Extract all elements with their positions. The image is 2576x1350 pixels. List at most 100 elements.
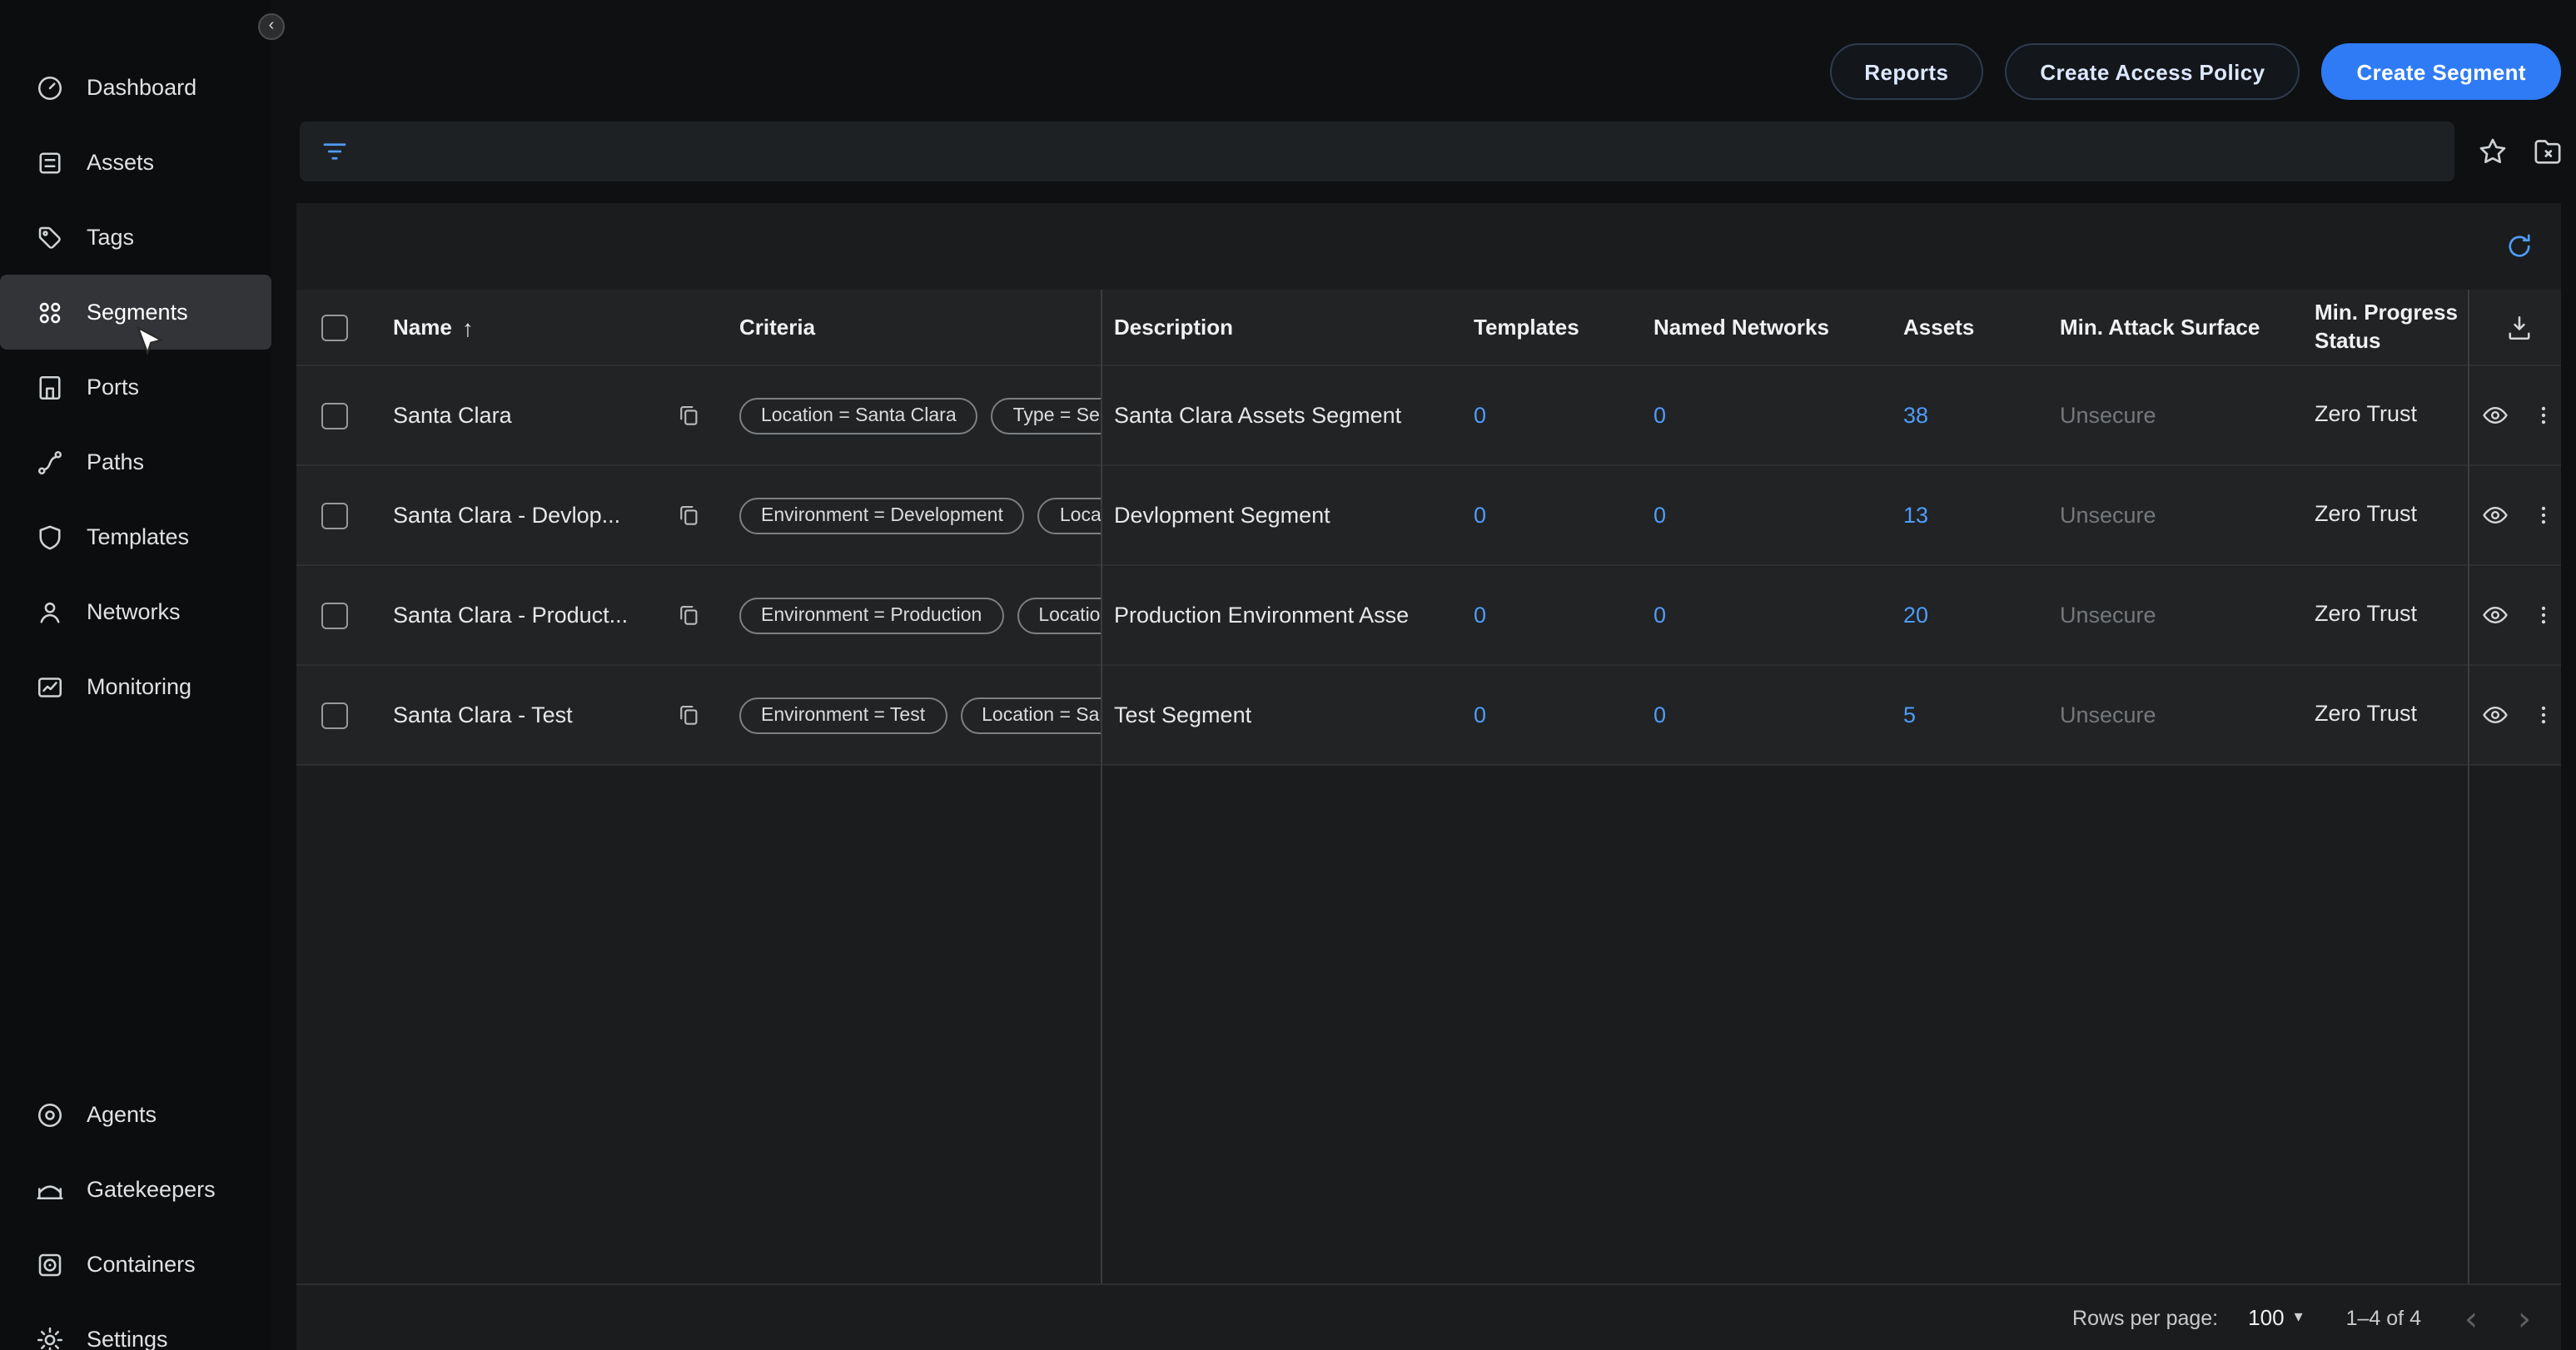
row-checkbox[interactable] — [321, 402, 347, 429]
sidebar-item-networks[interactable]: Networks — [0, 574, 271, 649]
sidebar-item-segments[interactable]: Segments — [0, 275, 271, 350]
filter-search-input[interactable] — [300, 122, 2454, 181]
pinned-left-column-divider — [1101, 290, 1102, 1283]
assets-count-link[interactable]: 13 — [1903, 503, 1928, 528]
templates-count-link[interactable]: 0 — [1474, 603, 1486, 628]
segment-name: Santa Clara — [371, 403, 663, 428]
sidebar-item-dashboard[interactable]: Dashboard — [0, 50, 271, 125]
sidebar-item-assets[interactable]: Assets — [0, 125, 271, 200]
table-row[interactable]: Santa Clara Location = Santa Clara Type … — [296, 366, 2561, 466]
criteria-cell: Environment = Test Location = Sar — [713, 697, 1101, 733]
column-header-criteria[interactable]: Criteria — [713, 315, 1101, 340]
rows-per-page-value: 100 — [2248, 1305, 2284, 1330]
table-row[interactable]: Santa Clara - Product... Environment = P… — [296, 566, 2561, 666]
segment-description: Devlopment Segment — [1101, 503, 1460, 528]
reports-button[interactable]: Reports — [1829, 43, 1983, 100]
templates-icon — [35, 522, 65, 552]
rows-per-page-label: Rows per page: — [2072, 1306, 2218, 1329]
row-checkbox[interactable] — [321, 602, 347, 628]
sidebar-item-settings[interactable]: Settings — [0, 1302, 271, 1350]
segment-description: Production Environment Asse — [1101, 603, 1460, 628]
assets-count-link[interactable]: 5 — [1903, 702, 1916, 727]
sidebar-item-label: Tags — [87, 225, 134, 250]
sidebar-item-gatekeepers[interactable]: Gatekeepers — [0, 1152, 271, 1227]
table-row[interactable]: Santa Clara - Test Environment = Test Lo… — [296, 666, 2561, 766]
filter-row — [300, 122, 2564, 181]
export-download-icon[interactable] — [2504, 312, 2534, 342]
app-root: ‹ Dashboard Assets Tags — [0, 0, 2576, 1350]
segment-description: Santa Clara Assets Segment — [1101, 403, 1460, 428]
kebab-menu-icon[interactable] — [2531, 503, 2556, 528]
view-eye-icon[interactable] — [2481, 701, 2509, 729]
create-access-policy-button[interactable]: Create Access Policy — [2005, 43, 2300, 100]
copy-icon[interactable] — [675, 403, 700, 428]
segments-icon — [35, 297, 65, 327]
column-header-description[interactable]: Description — [1101, 315, 1460, 340]
min-attack-surface-value: Unsecure — [2060, 702, 2156, 727]
sidebar-item-paths[interactable]: Paths — [0, 424, 271, 499]
row-checkbox[interactable] — [321, 502, 347, 529]
sidebar-item-monitoring[interactable]: Monitoring — [0, 649, 271, 724]
create-segment-button[interactable]: Create Segment — [2321, 43, 2561, 100]
copy-icon[interactable] — [675, 702, 700, 727]
sidebar-item-templates[interactable]: Templates — [0, 499, 271, 574]
table-toolbar — [296, 203, 2561, 290]
previous-page-button[interactable]: ‹ — [2464, 1301, 2478, 1334]
kebab-menu-icon[interactable] — [2531, 403, 2556, 428]
column-header-label: Min. Progress Status — [2315, 300, 2468, 355]
segment-name: Santa Clara - Test — [371, 702, 663, 727]
column-header-named-networks[interactable]: Named Networks — [1637, 315, 1887, 340]
templates-count-link[interactable]: 0 — [1474, 702, 1486, 727]
templates-count-link[interactable]: 0 — [1474, 503, 1486, 528]
sidebar-item-label: Containers — [87, 1252, 196, 1277]
named-networks-count-link[interactable]: 0 — [1654, 403, 1666, 428]
criteria-chip: Locatio — [1017, 597, 1101, 633]
column-header-name[interactable]: Name ↑ — [371, 314, 663, 340]
gatekeepers-icon — [35, 1174, 65, 1204]
view-eye-icon[interactable] — [2481, 401, 2509, 429]
named-networks-count-link[interactable]: 0 — [1654, 603, 1666, 628]
assets-count-link[interactable]: 38 — [1903, 403, 1928, 428]
chevron-down-icon: ▾ — [2295, 1308, 2303, 1327]
templates-count-link[interactable]: 0 — [1474, 403, 1486, 428]
column-header-actions — [2468, 312, 2561, 342]
kebab-menu-icon[interactable] — [2531, 702, 2556, 727]
copy-icon[interactable] — [675, 503, 700, 528]
select-all-checkbox[interactable] — [321, 314, 347, 340]
sidebar-item-label: Gatekeepers — [87, 1177, 216, 1202]
sort-ascending-icon: ↑ — [462, 314, 474, 340]
view-eye-icon[interactable] — [2481, 501, 2509, 529]
sidebar-item-agents[interactable]: Agents — [0, 1077, 271, 1152]
networks-icon — [35, 597, 65, 627]
column-header-label: Name — [393, 315, 452, 340]
named-networks-count-link[interactable]: 0 — [1654, 702, 1666, 727]
view-eye-icon[interactable] — [2481, 601, 2509, 629]
sidebar-item-tags[interactable]: Tags — [0, 200, 271, 275]
column-header-templates[interactable]: Templates — [1460, 315, 1637, 340]
column-header-min-attack-surface[interactable]: Min. Attack Surface — [2036, 315, 2295, 340]
table-row[interactable]: Santa Clara - Devlop... Environment = De… — [296, 466, 2561, 566]
rows-per-page-select[interactable]: 100 ▾ — [2248, 1305, 2302, 1330]
sidebar-item-ports[interactable]: Ports — [0, 350, 271, 424]
sidebar-nav-bottom: Agents Gatekeepers Containers Settings — [0, 1077, 271, 1350]
star-icon[interactable] — [2476, 135, 2509, 168]
segments-table-panel: Name ↑ Criteria Description Templates Na… — [296, 203, 2561, 1350]
row-checkbox[interactable] — [321, 702, 347, 728]
kebab-menu-icon[interactable] — [2531, 603, 2556, 628]
copy-icon[interactable] — [675, 603, 700, 628]
column-header-min-progress-status[interactable]: Min. Progress Status — [2295, 300, 2468, 355]
criteria-chip: Type = Serv — [992, 397, 1101, 434]
column-header-assets[interactable]: Assets — [1887, 315, 2036, 340]
sidebar-collapse-button[interactable]: ‹ — [258, 13, 285, 40]
folder-icon[interactable] — [2531, 135, 2564, 168]
next-page-button[interactable]: › — [2518, 1301, 2531, 1334]
paths-icon — [35, 447, 65, 477]
pinned-right-column-divider — [2468, 290, 2469, 1283]
refresh-icon[interactable] — [2504, 231, 2534, 261]
assets-count-link[interactable]: 20 — [1903, 603, 1928, 628]
column-header-label: Criteria — [739, 315, 815, 340]
criteria-chip: Environment = Development — [739, 497, 1025, 534]
criteria-chip: Environment = Production — [739, 597, 1003, 633]
named-networks-count-link[interactable]: 0 — [1654, 503, 1666, 528]
sidebar-item-containers[interactable]: Containers — [0, 1227, 271, 1302]
